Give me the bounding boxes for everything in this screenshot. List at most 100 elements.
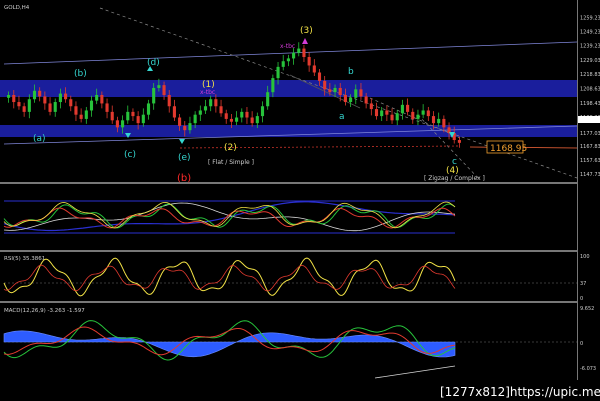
candle-body [105, 103, 109, 112]
price-axis-marker [578, 116, 600, 123]
candle-body [276, 66, 280, 79]
rsi-title: RSI(5) 35.3861 [4, 256, 45, 262]
rsi-axis-tick: 37 [580, 281, 586, 287]
candle-body [126, 111, 130, 121]
candle-body [457, 140, 461, 143]
candle-body [22, 106, 26, 112]
candle-body [235, 117, 239, 122]
price-axis-tick: 1208.63 [580, 86, 600, 92]
candle-body [27, 99, 31, 112]
candle-body [79, 114, 83, 119]
candle-body [219, 106, 223, 114]
candle-body [400, 104, 404, 114]
candle-body [245, 111, 249, 118]
pattern-label: [ Flat / Simple ] [208, 159, 254, 166]
candle-body [390, 114, 394, 121]
macd-title: MACD(12,26,9) -3.263 -1.597 [4, 308, 85, 314]
candle-body [95, 95, 99, 101]
candle-body [354, 89, 358, 98]
price-axis-border [577, 0, 578, 401]
price-axis-tick: 1218.83 [580, 72, 600, 78]
candle-body [178, 117, 182, 126]
candle-body [359, 89, 363, 97]
candle-body [115, 120, 119, 128]
candle-body [411, 111, 415, 119]
candle-body [260, 106, 265, 117]
candle-body [333, 87, 337, 93]
candle-body [198, 110, 202, 115]
candle-body [100, 95, 104, 104]
wave-label: b [348, 67, 354, 77]
panel-separator[interactable] [0, 250, 578, 252]
candle-body [209, 99, 213, 107]
candle-body [214, 99, 218, 107]
candle-body [297, 48, 301, 53]
candle-body [84, 110, 88, 119]
candle-body [12, 95, 16, 103]
symbol-label: GOLD,H4 [4, 5, 30, 11]
candle-body [349, 97, 353, 103]
candle-body [328, 89, 332, 93]
candle-body [426, 110, 430, 117]
candle-body [421, 110, 425, 115]
candle-body [307, 57, 311, 66]
wave-label: (a) [33, 134, 46, 144]
rsi-axis-tick: 100 [580, 254, 590, 260]
candle-body [406, 104, 410, 112]
wave-label: (b) [177, 173, 191, 184]
candle-body [53, 102, 57, 112]
candle-body [431, 116, 436, 124]
candle-body [271, 78, 275, 93]
wave-label: a [339, 112, 345, 122]
candle-body [146, 103, 151, 115]
candle-body [323, 80, 327, 90]
candle-body [58, 93, 62, 103]
candle-body [152, 87, 156, 104]
candle-body [7, 95, 11, 98]
price-axis-tick: 1259.23 [580, 15, 600, 21]
candle-body [136, 116, 140, 124]
candle-body [229, 118, 233, 122]
macd-axis-tick: -6.073 [580, 366, 596, 372]
wave-label: (2) [224, 143, 237, 153]
candle-body [89, 100, 94, 111]
candle-body [442, 118, 446, 128]
candle-body [203, 106, 208, 111]
rsi-axis-tick: 0 [580, 296, 583, 302]
candle-body [369, 103, 373, 110]
candle-body [64, 93, 68, 100]
candle-body [167, 95, 171, 107]
candle-body [193, 114, 197, 124]
candle-body [338, 87, 342, 95]
wave-label: (b) [74, 69, 87, 79]
candle-body [395, 113, 399, 121]
candle-body [416, 114, 420, 119]
candle-body [292, 52, 296, 59]
price-axis-tick: 1249.23 [580, 29, 600, 35]
candle-body [32, 90, 37, 100]
candle-body [38, 90, 42, 97]
price-axis-tick: 1229.03 [580, 58, 600, 64]
candle-body [183, 125, 187, 131]
price-axis-tick: 1167.83 [580, 144, 600, 150]
candle-body [286, 58, 290, 62]
candle-body [385, 110, 389, 115]
panel-separator[interactable] [0, 182, 578, 184]
wave-label: x-tbc [280, 43, 295, 50]
candle-body [131, 111, 135, 117]
candle-body [374, 109, 379, 117]
candle-body [48, 103, 52, 112]
price-axis-tick: 1239.23 [580, 43, 600, 49]
current-price-label: 1168.95 [490, 144, 527, 154]
candle-body [281, 61, 285, 67]
wave-label: (c) [124, 150, 136, 160]
candle-body [312, 65, 316, 73]
upper-zone-band [0, 80, 577, 97]
candle-body [380, 110, 384, 117]
candle-body [162, 85, 166, 95]
watermark: [1277x812]https://upic.me/ [440, 385, 600, 399]
pattern-label: [ Zigzag / Complex ] [424, 175, 485, 182]
candle-body [266, 92, 270, 107]
wave-label: (d) [147, 58, 160, 68]
panel-separator[interactable] [0, 301, 578, 303]
